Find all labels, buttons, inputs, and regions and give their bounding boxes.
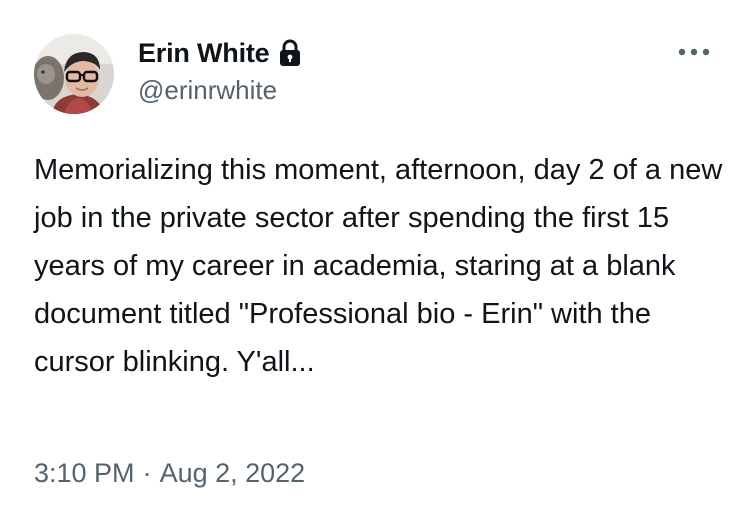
tweet-text: Memorializing this moment, afternoon, da…: [34, 154, 723, 378]
author-display-name[interactable]: Erin White: [138, 38, 270, 69]
tweet-timestamp[interactable]: 3:10 PM · Aug 2, 2022: [34, 458, 305, 489]
more-options-button[interactable]: [672, 38, 716, 66]
tweet-date: Aug 2, 2022: [159, 458, 306, 488]
avatar-photo: [34, 34, 114, 114]
more-horizontal-icon: [678, 48, 710, 56]
avatar[interactable]: [34, 34, 114, 114]
author-name-row: Erin White: [138, 36, 302, 70]
lock-icon: [278, 39, 302, 67]
author-handle[interactable]: @erinrwhite: [138, 75, 277, 106]
meta-separator: ·: [142, 458, 152, 488]
tweet-card: Erin White @erinrwhite Memorializing thi…: [0, 0, 750, 529]
tweet-time: 3:10 PM: [34, 458, 135, 488]
